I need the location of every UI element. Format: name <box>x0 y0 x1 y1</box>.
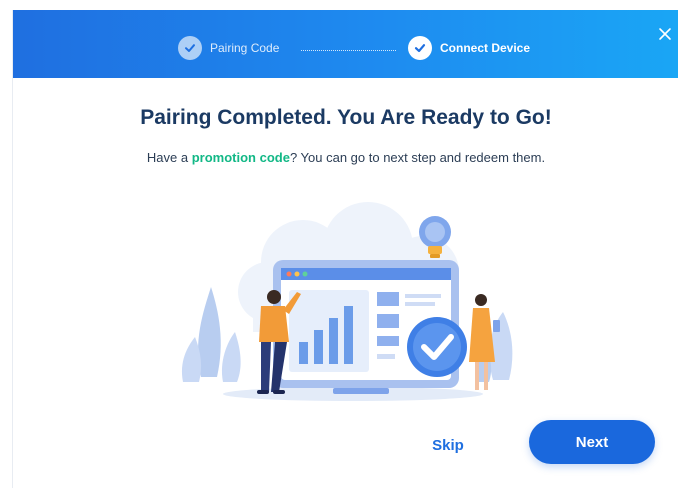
step-label: Pairing Code <box>210 41 280 55</box>
check-circle-icon <box>407 317 467 377</box>
check-icon <box>178 36 202 60</box>
dialog-header: Pairing Code Connect Device <box>13 10 678 78</box>
step-connector <box>301 50 396 51</box>
skip-button[interactable]: Skip <box>418 430 478 460</box>
next-button[interactable]: Next <box>529 420 655 464</box>
stepper: Pairing Code Connect Device <box>13 36 678 66</box>
promo-subtitle: Have a promotion code? You can go to nex… <box>13 150 678 165</box>
close-icon[interactable] <box>657 26 673 42</box>
subtitle-suffix: ? You can go to next step and redeem the… <box>289 150 546 165</box>
plant-left <box>181 287 241 382</box>
promotion-code-link[interactable]: promotion code <box>192 150 290 165</box>
page-title: Pairing Completed. You Are Ready to Go! <box>140 106 552 129</box>
step-connect-device: Connect Device <box>408 36 530 60</box>
subtitle-prefix: Have a <box>146 150 192 165</box>
success-illustration <box>181 202 513 401</box>
pairing-dialog: Pairing Code Connect Device Pairing Comp… <box>12 10 678 488</box>
check-icon <box>408 36 432 60</box>
step-pairing-code: Pairing Code <box>178 36 279 60</box>
step-label: Connect Device <box>440 41 531 55</box>
bar-chart-panel <box>289 290 369 372</box>
